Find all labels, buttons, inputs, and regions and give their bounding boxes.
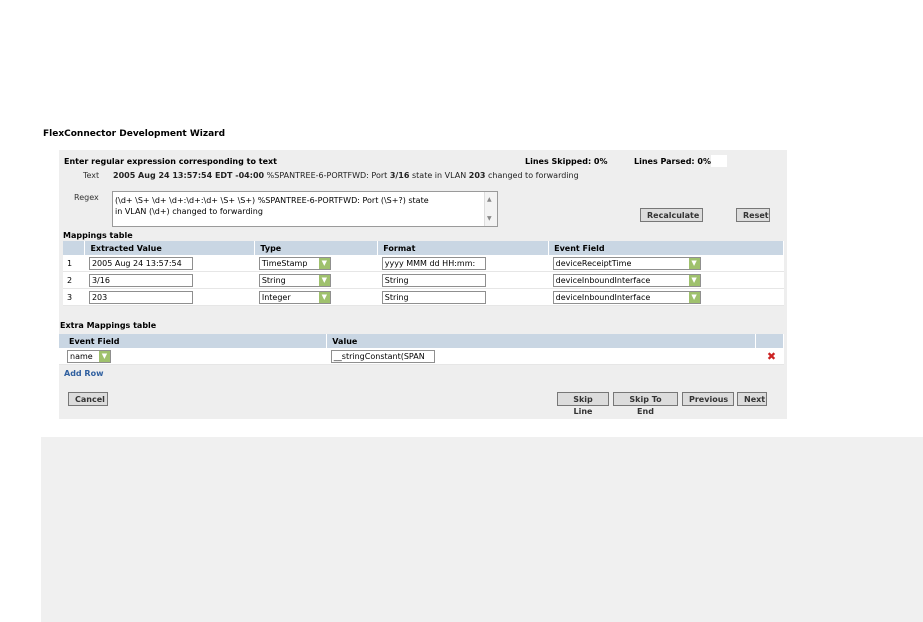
mappings-header-row: Extracted Value Type Format Event Field: [63, 241, 784, 255]
scroll-down-icon[interactable]: ▼: [487, 213, 492, 224]
scroll-up-icon[interactable]: ▲: [487, 194, 492, 205]
wizard-title: FlexConnector Development Wizard: [43, 129, 226, 139]
mappings-table: Extracted Value Type Format Event Field …: [63, 241, 784, 306]
extracted-value-input[interactable]: 3/16: [88, 273, 193, 287]
row-number: 2: [63, 271, 85, 289]
chevron-down-icon[interactable]: ▼: [688, 291, 700, 303]
text-part-vlan: 203: [468, 171, 486, 180]
event-field-select[interactable]: name ▼: [67, 349, 111, 363]
sample-text: 2005 Aug 24 13:57:54 EDT -04:00 %SPANTRE…: [113, 171, 579, 180]
format-input[interactable]: String: [381, 273, 486, 287]
type-select[interactable]: TimeStamp ▼: [258, 256, 331, 270]
type-select-value: TimeStamp: [261, 258, 308, 268]
event-field-select-value: deviceReceiptTime: [555, 258, 632, 268]
cancel-button[interactable]: Cancel: [68, 392, 108, 406]
previous-button[interactable]: Previous: [682, 392, 734, 406]
lines-parsed: Lines Parsed: 0%: [634, 157, 711, 166]
text-part: changed to forwarding: [485, 171, 579, 180]
table-row: 1 2005 Aug 24 13:57:54 TimeStamp ▼ yyyy M…: [63, 255, 784, 272]
skip-to-end-button[interactable]: Skip To End: [613, 392, 678, 416]
extra-mappings-title: Extra Mappings table: [60, 321, 157, 330]
regex-line-2: in VLAN (\d+) changed to forwarding: [115, 207, 263, 216]
chevron-down-icon[interactable]: ▼: [318, 291, 330, 303]
event-field-select-value: deviceInboundInterface: [555, 292, 651, 302]
col-action-header: [755, 334, 784, 348]
col-type-header: Type: [254, 241, 379, 255]
type-select-value: String: [261, 275, 286, 285]
extra-mappings-header-row: Event Field Value: [59, 334, 784, 348]
event-field-select[interactable]: deviceInboundInterface ▼: [552, 290, 701, 304]
extracted-value-input[interactable]: 203: [88, 290, 193, 304]
chevron-down-icon[interactable]: ▼: [318, 257, 330, 269]
value-input[interactable]: __stringConstant(SPAN: [330, 349, 435, 363]
regex-textarea[interactable]: (\d+ \S+ \d+ \d+:\d+:\d+ \S+ \S+) %SPANT…: [112, 191, 498, 227]
stats-spacer: [711, 155, 727, 167]
regex-label: Regex: [74, 193, 99, 202]
text-label: Text: [83, 171, 100, 180]
type-select[interactable]: String ▼: [258, 273, 331, 287]
delete-x-icon[interactable]: ✖: [767, 350, 776, 363]
chevron-down-icon[interactable]: ▼: [318, 274, 330, 286]
type-select[interactable]: Integer ▼: [258, 290, 331, 304]
next-button[interactable]: Next: [737, 392, 767, 406]
text-part: %SPANTREE-6-PORTFWD: Port: [264, 171, 390, 180]
wizard-panel: Enter regular expression corresponding t…: [59, 150, 787, 419]
recalculate-button[interactable]: Recalculate: [640, 208, 703, 222]
type-select-value: Integer: [261, 292, 291, 302]
skip-line-button[interactable]: Skip Line: [557, 392, 609, 416]
chevron-down-icon[interactable]: ▼: [688, 274, 700, 286]
format-input[interactable]: yyyy MMM dd HH:mm:: [381, 256, 486, 270]
add-row-link[interactable]: Add Row: [64, 369, 103, 378]
col-format-header: Format: [377, 241, 550, 255]
col-value-header: Value: [326, 334, 756, 348]
text-part: state in VLAN: [409, 171, 469, 180]
event-field-select[interactable]: deviceInboundInterface ▼: [552, 273, 701, 287]
regex-line-1: (\d+ \S+ \d+ \d+:\d+:\d+ \S+ \S+) %SPANT…: [115, 196, 429, 205]
extra-mappings-table: Event Field Value name ▼ __stringConstant…: [59, 334, 784, 365]
event-field-select[interactable]: deviceReceiptTime ▼: [552, 256, 701, 270]
event-field-select-value: deviceInboundInterface: [555, 275, 651, 285]
col-extracted-value-header: Extracted Value: [84, 241, 256, 255]
extracted-value-input[interactable]: 2005 Aug 24 13:57:54: [88, 256, 193, 270]
text-part-timestamp: 2005 Aug 24 13:57:54 EDT -04:00: [113, 171, 265, 180]
text-part-port: 3/16: [389, 171, 410, 180]
row-number: 1: [63, 255, 85, 272]
regex-scrollbar[interactable]: ▲ ▼: [484, 192, 497, 226]
instruction-text: Enter regular expression corresponding t…: [64, 157, 277, 166]
col-number-header: [63, 241, 86, 255]
col-event-field-header: Event Field: [59, 334, 328, 348]
empty-content-area: [41, 437, 923, 622]
chevron-down-icon[interactable]: ▼: [99, 350, 110, 362]
mappings-table-title: Mappings table: [63, 231, 133, 240]
event-field-select-value: name: [70, 351, 93, 361]
reset-button[interactable]: Reset: [736, 208, 770, 222]
format-input[interactable]: String: [381, 290, 486, 304]
table-row: 3 203 Integer ▼ String deviceInboundInter…: [63, 288, 784, 306]
row-number: 3: [63, 288, 85, 306]
table-row: 2 3/16 String ▼ String deviceInboundInter…: [63, 271, 784, 289]
table-row: name ▼ __stringConstant(SPAN ✖: [59, 348, 784, 365]
chevron-down-icon[interactable]: ▼: [688, 257, 700, 269]
col-event-field-header: Event Field: [548, 241, 784, 255]
lines-skipped: Lines Skipped: 0%: [525, 157, 608, 166]
